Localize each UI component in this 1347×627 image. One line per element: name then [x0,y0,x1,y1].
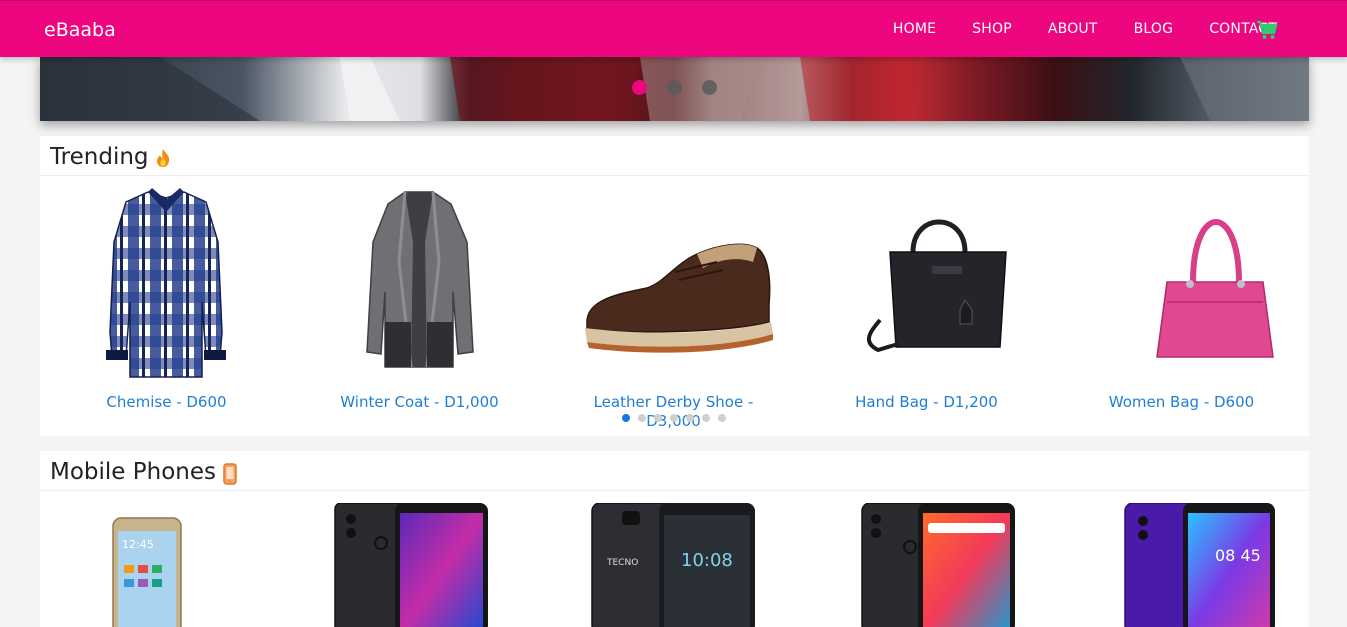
nav-links: HOME SHOP ABOUT BLOG CONTACT [857,21,1277,37]
brown-shoe-image [585,243,773,353]
mobile-phones-title: Mobile Phones [50,459,216,485]
nav-shop[interactable]: SHOP [972,21,1012,37]
product-label[interactable]: Chemise - D600 [60,393,273,412]
grey-cardigan-image [366,191,474,368]
product-card[interactable]: TECNO 10:08 [547,502,800,627]
product-card[interactable]: Leather Derby Shoe - D3,000 [547,176,800,436]
phone-screen-time: 08 45 [1215,546,1261,565]
product-card[interactable] [293,502,546,627]
carousel-dot[interactable] [718,414,726,422]
nav-about[interactable]: ABOUT [1048,21,1098,37]
gold-phone-image: 12:45 [112,517,182,627]
hero-indicator-1[interactable] [632,80,647,95]
hero-carousel-indicators [632,80,737,95]
nav-blog[interactable]: BLOG [1134,21,1174,37]
hero-indicator-3[interactable] [702,80,717,95]
product-card[interactable]: Winter Coat - D1,000 [293,176,546,436]
trending-section: Trending Chemise - D600 Winter Coat - D1… [40,136,1309,436]
product-card[interactable] [800,502,1053,627]
plaid-shirt-image [106,188,226,378]
carousel-dot[interactable] [702,414,710,422]
product-card[interactable]: Hand Bag - D1,200 [800,176,1053,436]
product-card[interactable]: 08 45 [1055,502,1308,627]
product-card[interactable]: 12:45 [40,503,293,627]
carousel-dot[interactable] [670,414,678,422]
product-card[interactable]: Chemise - D600 [40,176,293,436]
mobile-phones-section: Mobile Phones 12:45 TECNO 10:08 08 45 [40,451,1309,627]
brand-logo[interactable]: eBaaba [44,19,116,41]
mobile-phones-header: Mobile Phones [40,451,1309,491]
tecno-phone-image: TECNO 10:08 [591,502,755,627]
mobile-phones-carousel: 12:45 TECNO 10:08 08 45 [40,491,1309,627]
product-label[interactable]: Winter Coat - D1,000 [313,393,526,412]
trending-header: Trending [40,136,1309,176]
purple-phone-image: 08 45 [1124,502,1275,627]
black-handbag-image [866,219,1007,353]
product-label[interactable]: Hand Bag - D1,200 [820,393,1033,412]
shopping-cart-icon[interactable] [1256,20,1278,40]
product-card[interactable]: Women Bag - D600 [1055,176,1308,436]
mobile-phone-icon [223,463,237,485]
nav-home[interactable]: HOME [893,21,936,37]
trending-carousel: Chemise - D600 Winter Coat - D1,000 Leat… [40,176,1309,436]
black-phone-purple-screen-image [334,502,488,627]
carousel-dot[interactable] [654,414,662,422]
trending-carousel-dots [622,414,734,422]
navbar: eBaaba HOME SHOP ABOUT BLOG CONTACT [0,0,1347,57]
trending-title: Trending [50,144,149,170]
phone-screen-time: 10:08 [681,550,733,571]
black-phone-orange-screen-image [861,502,1015,627]
carousel-dot[interactable] [638,414,646,422]
carousel-dot[interactable] [622,414,630,422]
phone-brand-label: TECNO [606,558,638,568]
product-label[interactable]: Leather Derby Shoe - D3,000 [567,393,780,431]
carousel-dot[interactable] [686,414,694,422]
hero-indicator-2[interactable] [667,80,682,95]
pink-bag-image [1156,219,1274,358]
phone-screen-time: 12:45 [122,538,154,551]
fire-icon [157,149,170,167]
product-label[interactable]: Women Bag - D600 [1075,393,1288,412]
